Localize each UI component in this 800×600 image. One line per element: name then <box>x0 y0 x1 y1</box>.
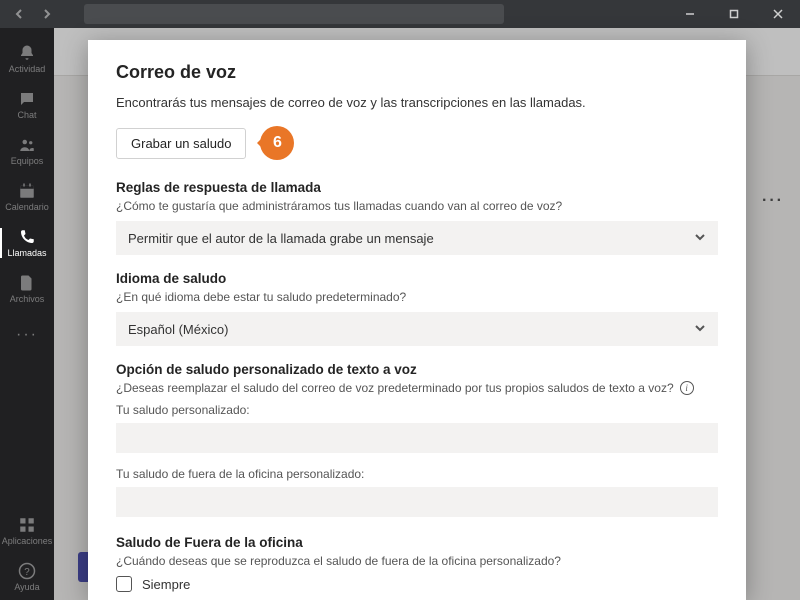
always-checkbox[interactable] <box>116 576 132 592</box>
rail-label: Actividad <box>9 64 46 74</box>
oof-heading: Saludo de Fuera de la oficina <box>116 535 718 550</box>
rail-label: Aplicaciones <box>2 536 53 546</box>
info-icon[interactable]: i <box>680 381 694 395</box>
rail-label: Llamadas <box>7 248 46 258</box>
svg-text:?: ? <box>24 567 30 578</box>
rail-label: Ayuda <box>14 582 39 592</box>
rail-item-calls[interactable]: Llamadas <box>0 220 54 266</box>
modal-title: Correo de voz <box>116 62 718 83</box>
modal-description: Encontrarás tus mensajes de correo de vo… <box>116 95 718 110</box>
dropdown-value: Permitir que el autor de la llamada grab… <box>128 231 434 246</box>
call-rules-dropdown[interactable]: Permitir que el autor de la llamada grab… <box>116 221 718 255</box>
rail-item-teams[interactable]: Equipos <box>0 128 54 174</box>
rail-item-help[interactable]: ? Ayuda <box>0 554 54 600</box>
titlebar <box>0 0 800 28</box>
chevron-down-icon <box>694 231 706 246</box>
rail-item-chat[interactable]: Chat <box>0 82 54 128</box>
window-minimize-button[interactable] <box>668 0 712 28</box>
rail-item-more[interactable]: ··· <box>0 312 54 358</box>
voicemail-settings-modal: Correo de voz Encontrarás tus mensajes d… <box>88 40 746 600</box>
app-rail: Actividad Chat Equipos Calendario Llamad… <box>0 28 54 600</box>
rail-item-activity[interactable]: Actividad <box>0 36 54 82</box>
chevron-down-icon <box>694 322 706 337</box>
record-greeting-button[interactable]: Grabar un saludo <box>116 128 246 159</box>
greeting-lang-dropdown[interactable]: Español (México) <box>116 312 718 346</box>
call-rules-heading: Reglas de respuesta de llamada <box>116 180 718 195</box>
window-close-button[interactable] <box>756 0 800 28</box>
rail-item-apps[interactable]: Aplicaciones <box>0 508 54 554</box>
nav-forward-button[interactable] <box>36 4 58 24</box>
rail-label: Calendario <box>5 202 49 212</box>
oof-greeting-input[interactable] <box>116 487 718 517</box>
rail-label: Equipos <box>11 156 44 166</box>
oof-greeting-label: Tu saludo de fuera de la oficina persona… <box>116 467 718 481</box>
tts-heading: Opción de saludo personalizado de texto … <box>116 362 718 377</box>
tts-sub: ¿Deseas reemplazar el saludo del correo … <box>116 381 718 395</box>
window-maximize-button[interactable] <box>712 0 756 28</box>
custom-greeting-label: Tu saludo personalizado: <box>116 403 718 417</box>
always-checkbox-label: Siempre <box>142 577 190 592</box>
nav-back-button[interactable] <box>8 4 30 24</box>
rail-label: Chat <box>17 110 36 120</box>
greeting-lang-heading: Idioma de saludo <box>116 271 718 286</box>
custom-greeting-input[interactable] <box>116 423 718 453</box>
rail-item-files[interactable]: Archivos <box>0 266 54 312</box>
call-rules-sub: ¿Cómo te gustaría que administráramos tu… <box>116 199 718 213</box>
dropdown-value: Español (México) <box>128 322 228 337</box>
more-icon: ··· <box>16 326 38 344</box>
greeting-lang-sub: ¿En qué idioma debe estar tu saludo pred… <box>116 290 718 304</box>
search-input[interactable] <box>84 4 504 24</box>
rail-item-calendar[interactable]: Calendario <box>0 174 54 220</box>
oof-sub: ¿Cuándo deseas que se reproduzca el salu… <box>116 554 718 568</box>
callout-badge: 6 <box>260 126 294 160</box>
rail-label: Archivos <box>10 294 45 304</box>
